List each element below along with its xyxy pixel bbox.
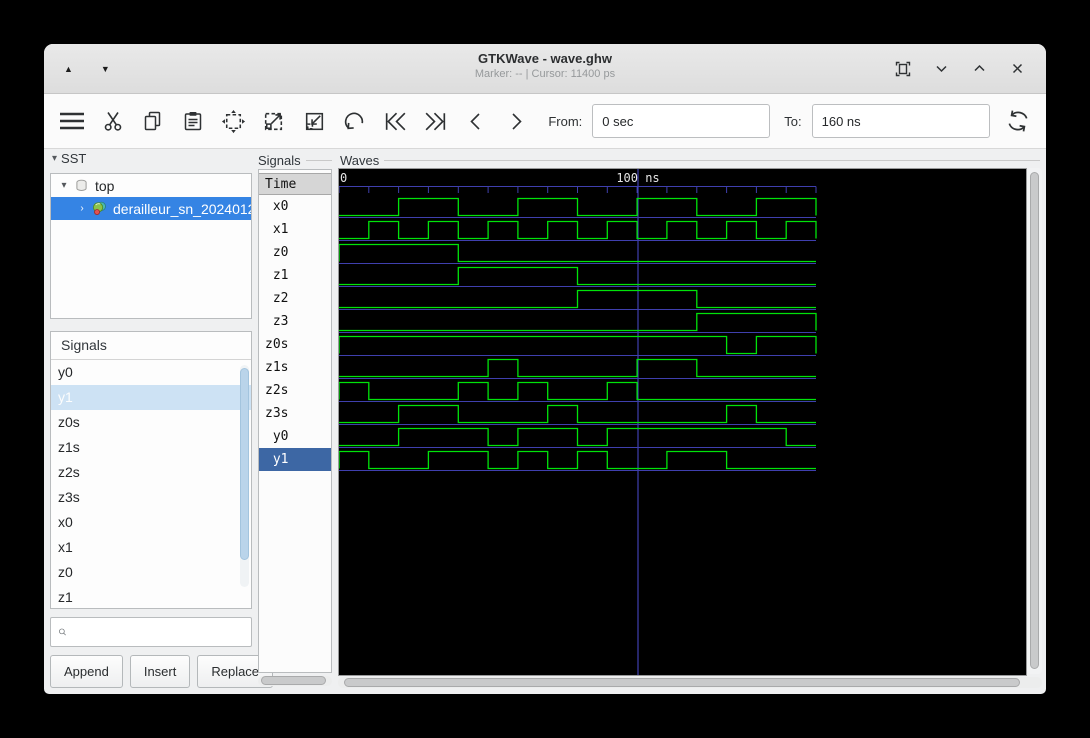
wave-name-x1[interactable]: x1 xyxy=(259,218,331,241)
scope-icon xyxy=(76,179,87,191)
signal-list-scrollbar[interactable] xyxy=(240,365,249,587)
from-input[interactable] xyxy=(592,104,771,138)
wave-trace-y1 xyxy=(339,450,816,470)
gtkwave-window: ▲ ▼ GTKWave - wave.ghw Marker: -- | Curs… xyxy=(44,44,1046,694)
signal-buttons: Append Insert Replace xyxy=(50,655,274,688)
prev-edge-icon[interactable] xyxy=(458,101,494,141)
wave-trace-z3 xyxy=(339,312,817,332)
zoom-in-icon[interactable] xyxy=(256,101,292,141)
waveform-canvas[interactable]: 0 100 ns xyxy=(338,168,1027,676)
svg-text:0: 0 xyxy=(340,171,347,185)
minimize-icon[interactable] xyxy=(930,58,952,80)
tree-item-top[interactable]: ▾ top xyxy=(51,174,251,197)
sst-header: ▾ SST xyxy=(52,151,87,166)
wave-name-z3[interactable]: z3 xyxy=(259,310,331,333)
append-button[interactable]: Append xyxy=(50,655,123,688)
insert-button[interactable]: Insert xyxy=(129,655,191,688)
signal-list-item-z0[interactable]: z0 xyxy=(51,560,251,585)
close-icon[interactable] xyxy=(1006,58,1028,80)
signal-list-item-y1[interactable]: y1 xyxy=(51,385,251,410)
wave-trace-x0 xyxy=(339,197,817,217)
svg-text:100 ns: 100 ns xyxy=(616,171,659,185)
titlebar-down-arrow-icon[interactable]: ▼ xyxy=(97,60,114,78)
wave-name-y0[interactable]: y0 xyxy=(259,425,331,448)
waves-hscrollbar-thumb[interactable] xyxy=(344,678,1020,687)
signal-list-item-z0s[interactable]: z0s xyxy=(51,410,251,435)
sst-tree: ▾ top › derailleur_sn_20240121_ xyxy=(50,173,252,319)
search-input[interactable] xyxy=(67,619,251,645)
toolbar: From: To: xyxy=(44,94,1046,149)
wave-name-x0[interactable]: x0 xyxy=(259,195,331,218)
wave-name-z0[interactable]: z0 xyxy=(259,241,331,264)
to-end-icon[interactable] xyxy=(417,101,453,141)
paste-icon[interactable] xyxy=(175,101,211,141)
copy-icon[interactable] xyxy=(135,101,171,141)
reload-icon[interactable] xyxy=(1000,101,1036,141)
wave-names-header: Signals xyxy=(258,153,332,168)
signal-list-item-z2s[interactable]: z2s xyxy=(51,460,251,485)
expander-open-icon[interactable]: ▾ xyxy=(57,180,71,191)
search-icon xyxy=(59,628,66,636)
tree-item-derailleur[interactable]: › derailleur_sn_20240121_ xyxy=(51,197,251,220)
wave-trace-z3s xyxy=(339,404,816,424)
wave-trace-x1 xyxy=(339,220,817,240)
wave-name-z2s[interactable]: z2s xyxy=(259,379,331,402)
wave-trace-z2s xyxy=(339,381,816,401)
signal-list-item-z1[interactable]: z1 xyxy=(51,585,251,608)
next-edge-icon[interactable] xyxy=(498,101,534,141)
to-start-icon[interactable] xyxy=(377,101,413,141)
wave-name-z2[interactable]: z2 xyxy=(259,287,331,310)
cut-icon[interactable] xyxy=(94,101,130,141)
wave-name-z3s[interactable]: z3s xyxy=(259,402,331,425)
wave-trace-z0 xyxy=(339,243,816,263)
waves-vscrollbar-thumb[interactable] xyxy=(1030,172,1039,669)
wave-trace-z1s xyxy=(339,358,816,378)
signal-list-item-x1[interactable]: x1 xyxy=(51,535,251,560)
wave-name-y1[interactable]: y1 xyxy=(259,448,331,471)
time-header[interactable]: Time xyxy=(259,173,331,195)
signal-list-header: Signals xyxy=(51,332,251,360)
zoom-fit-icon[interactable] xyxy=(215,101,251,141)
module-icon xyxy=(93,201,106,216)
signal-list-item-x0[interactable]: x0 xyxy=(51,510,251,535)
menu-icon[interactable] xyxy=(54,101,90,141)
waves-hscrollbar[interactable] xyxy=(338,677,1042,688)
wave-trace-z2 xyxy=(339,289,816,309)
expander-closed-icon[interactable]: › xyxy=(75,203,89,214)
titlebar: ▲ ▼ GTKWave - wave.ghw Marker: -- | Curs… xyxy=(44,44,1046,94)
sst-collapse-icon[interactable]: ▾ xyxy=(52,153,57,164)
waves-header: Waves xyxy=(340,153,1040,168)
wave-name-z0s[interactable]: z0s xyxy=(259,333,331,356)
signal-search-box xyxy=(50,617,252,647)
signal-search-list: Signals y0 y1 z0s z1s z2s z3s x0 x1 z0 z1 xyxy=(50,331,252,609)
signal-list-scrollbar-thumb[interactable] xyxy=(240,368,249,560)
wave-trace-y0 xyxy=(339,427,816,447)
titlebar-up-arrow-icon[interactable]: ▲ xyxy=(60,60,77,78)
signal-list: y0 y1 z0s z1s z2s z3s x0 x1 z0 z1 xyxy=(51,360,251,608)
wave-name-z1s[interactable]: z1s xyxy=(259,356,331,379)
maximize-icon[interactable] xyxy=(968,58,990,80)
waves-vscrollbar[interactable] xyxy=(1027,168,1042,674)
wave-names-hscrollbar[interactable] xyxy=(258,676,332,686)
signal-list-item-y0[interactable]: y0 xyxy=(51,360,251,385)
from-label: From: xyxy=(548,113,583,129)
main-content: ▾ SST ▾ top › derailleur_sn_202401 Signa… xyxy=(44,149,1046,694)
fullscreen-icon[interactable] xyxy=(892,58,914,80)
wave-names-panel: Time x0 x1 z0 z1 z2 z3 z0s z1s z2s z3s y0 y1 xyxy=(258,169,332,673)
wave-trace-z0s xyxy=(339,335,817,355)
signal-list-item-z1s[interactable]: z1s xyxy=(51,435,251,460)
wave-name-z1[interactable]: z1 xyxy=(259,264,331,287)
zoom-out-icon[interactable] xyxy=(296,101,332,141)
zoom-undo-icon[interactable] xyxy=(337,101,373,141)
to-label: To: xyxy=(784,113,802,129)
signal-list-item-z3s[interactable]: z3s xyxy=(51,485,251,510)
to-input[interactable] xyxy=(811,104,990,138)
wave-trace-z1 xyxy=(339,266,816,286)
wave-names-hscrollbar-thumb[interactable] xyxy=(261,676,326,685)
